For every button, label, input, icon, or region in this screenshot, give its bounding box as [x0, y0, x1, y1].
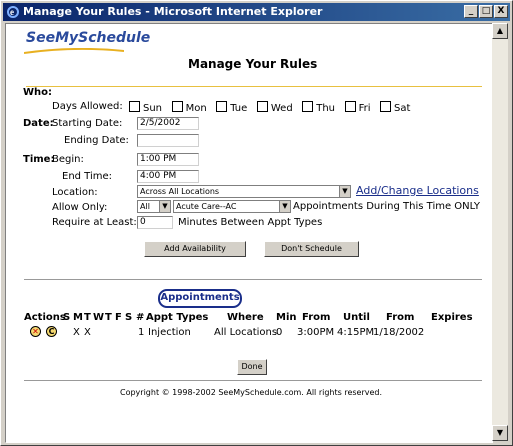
close-button[interactable]: X	[494, 5, 508, 18]
end-time-input[interactable]: 4:00 PM	[137, 170, 199, 183]
row-mon: X	[73, 327, 80, 338]
appointments-tab[interactable]: Appointments	[158, 289, 242, 308]
col-t2: T	[105, 312, 112, 323]
allow-quantity-value: All	[140, 202, 150, 211]
days-allowed-label: Days Allowed:	[52, 101, 123, 112]
row-from-date: 1/18/2002	[373, 327, 425, 338]
row-num: 1	[138, 327, 145, 338]
col-s: S	[63, 312, 71, 323]
col-num: #	[136, 312, 145, 323]
copyright-text: Copyright © 1998-2002 SeeMySchedule.com.…	[120, 388, 383, 397]
fri-checkbox[interactable]: Fri	[344, 101, 370, 114]
add-availability-button[interactable]: Add Availability	[144, 241, 246, 257]
dont-schedule-button[interactable]: Don't Schedule	[264, 241, 359, 257]
days-allowed-group: Sun Mon Tue Wed Thu Fri Sat	[129, 101, 410, 114]
location-select[interactable]: Across All Locations ▼	[137, 185, 351, 198]
row-until: 4:15PM	[337, 327, 375, 338]
vertical-scrollbar[interactable]: ▲ ▼	[492, 23, 508, 441]
mon-checkbox[interactable]: Mon	[171, 101, 207, 114]
appt-type-value: Acute Care--AC	[176, 202, 237, 211]
appt-type-select[interactable]: Acute Care--AC ▼	[173, 200, 291, 213]
divider	[26, 86, 482, 87]
browser-window: e Manage Your Rules - Microsoft Internet…	[0, 0, 513, 446]
divider	[24, 279, 482, 280]
require-suffix: Minutes Between Appt Types	[178, 217, 323, 228]
minimize-button[interactable]: _	[464, 5, 478, 18]
col-until: Until	[343, 312, 370, 323]
starting-date-label: Starting Date:	[52, 118, 123, 129]
dropdown-arrow-icon: ▼	[159, 201, 170, 212]
scroll-up-icon[interactable]: ▲	[492, 23, 508, 39]
add-change-locations-link[interactable]: Add/Change Locations	[356, 184, 479, 197]
starting-date-input[interactable]: 2/5/2002	[137, 117, 199, 130]
thu-checkbox[interactable]: Thu	[302, 101, 335, 114]
col-s2: S	[125, 312, 133, 323]
logo: SeeMySchedule	[26, 30, 151, 46]
divider	[24, 380, 482, 381]
row-appt-type: Injection	[148, 327, 191, 338]
col-actions: Actions	[24, 312, 66, 323]
row-where: All Locations	[214, 327, 278, 338]
row-tue: X	[84, 327, 91, 338]
ending-date-input[interactable]	[137, 134, 199, 147]
location-select-value: Across All Locations	[140, 187, 220, 196]
window-title: Manage Your Rules - Microsoft Internet E…	[23, 5, 323, 18]
col-w: W	[93, 312, 105, 323]
allow-quantity-select[interactable]: All ▼	[137, 200, 171, 213]
page-content: SeeMySchedule Manage Your Rules Who: Day…	[5, 23, 493, 443]
location-label: Location:	[52, 187, 98, 198]
col-appt-types: Appt Types	[146, 312, 209, 323]
require-label: Require at Least:	[52, 217, 137, 228]
done-button[interactable]: Done	[237, 359, 267, 375]
col-m: M	[73, 312, 83, 323]
require-minutes-input[interactable]: 0	[137, 216, 173, 229]
sat-checkbox[interactable]: Sat	[380, 101, 410, 114]
maximize-button[interactable]: □	[479, 5, 493, 18]
dropdown-arrow-icon: ▼	[339, 186, 350, 197]
begin-time-input[interactable]: 1:00 PM	[137, 153, 199, 166]
delete-icon[interactable]: ✕	[30, 326, 41, 337]
dropdown-arrow-icon: ▼	[279, 201, 290, 212]
wed-checkbox[interactable]: Wed	[256, 101, 293, 114]
col-expires: Expires	[431, 312, 473, 323]
scroll-down-icon[interactable]: ▼	[492, 425, 508, 441]
col-min: Min	[276, 312, 297, 323]
col-t: T	[84, 312, 91, 323]
logo-swoosh-icon	[24, 48, 124, 54]
date-label: Date:	[23, 118, 54, 129]
title-bar: e Manage Your Rules - Microsoft Internet…	[3, 3, 510, 21]
ending-date-label: Ending Date:	[64, 135, 129, 146]
time-label: Time:	[23, 154, 55, 165]
who-label: Who:	[23, 87, 53, 98]
tue-checkbox[interactable]: Tue	[216, 101, 247, 114]
col-f: F	[115, 312, 122, 323]
allow-only-suffix: Appointments During This Time ONLY	[293, 201, 480, 212]
end-time-label: End Time:	[62, 171, 113, 182]
sun-checkbox[interactable]: Sun	[129, 101, 162, 114]
col-from: From	[302, 312, 331, 323]
col-where: Where	[227, 312, 264, 323]
page-title: Manage Your Rules	[188, 57, 318, 71]
row-min: 0	[276, 327, 283, 338]
row-from: 3:00PM	[297, 327, 335, 338]
svg-text:e: e	[10, 7, 14, 17]
col-from-date: From	[386, 312, 415, 323]
begin-label: Begin:	[52, 154, 84, 165]
allow-only-label: Allow Only:	[52, 202, 108, 213]
copy-icon[interactable]: C	[46, 326, 57, 337]
ie-icon: e	[7, 6, 19, 18]
